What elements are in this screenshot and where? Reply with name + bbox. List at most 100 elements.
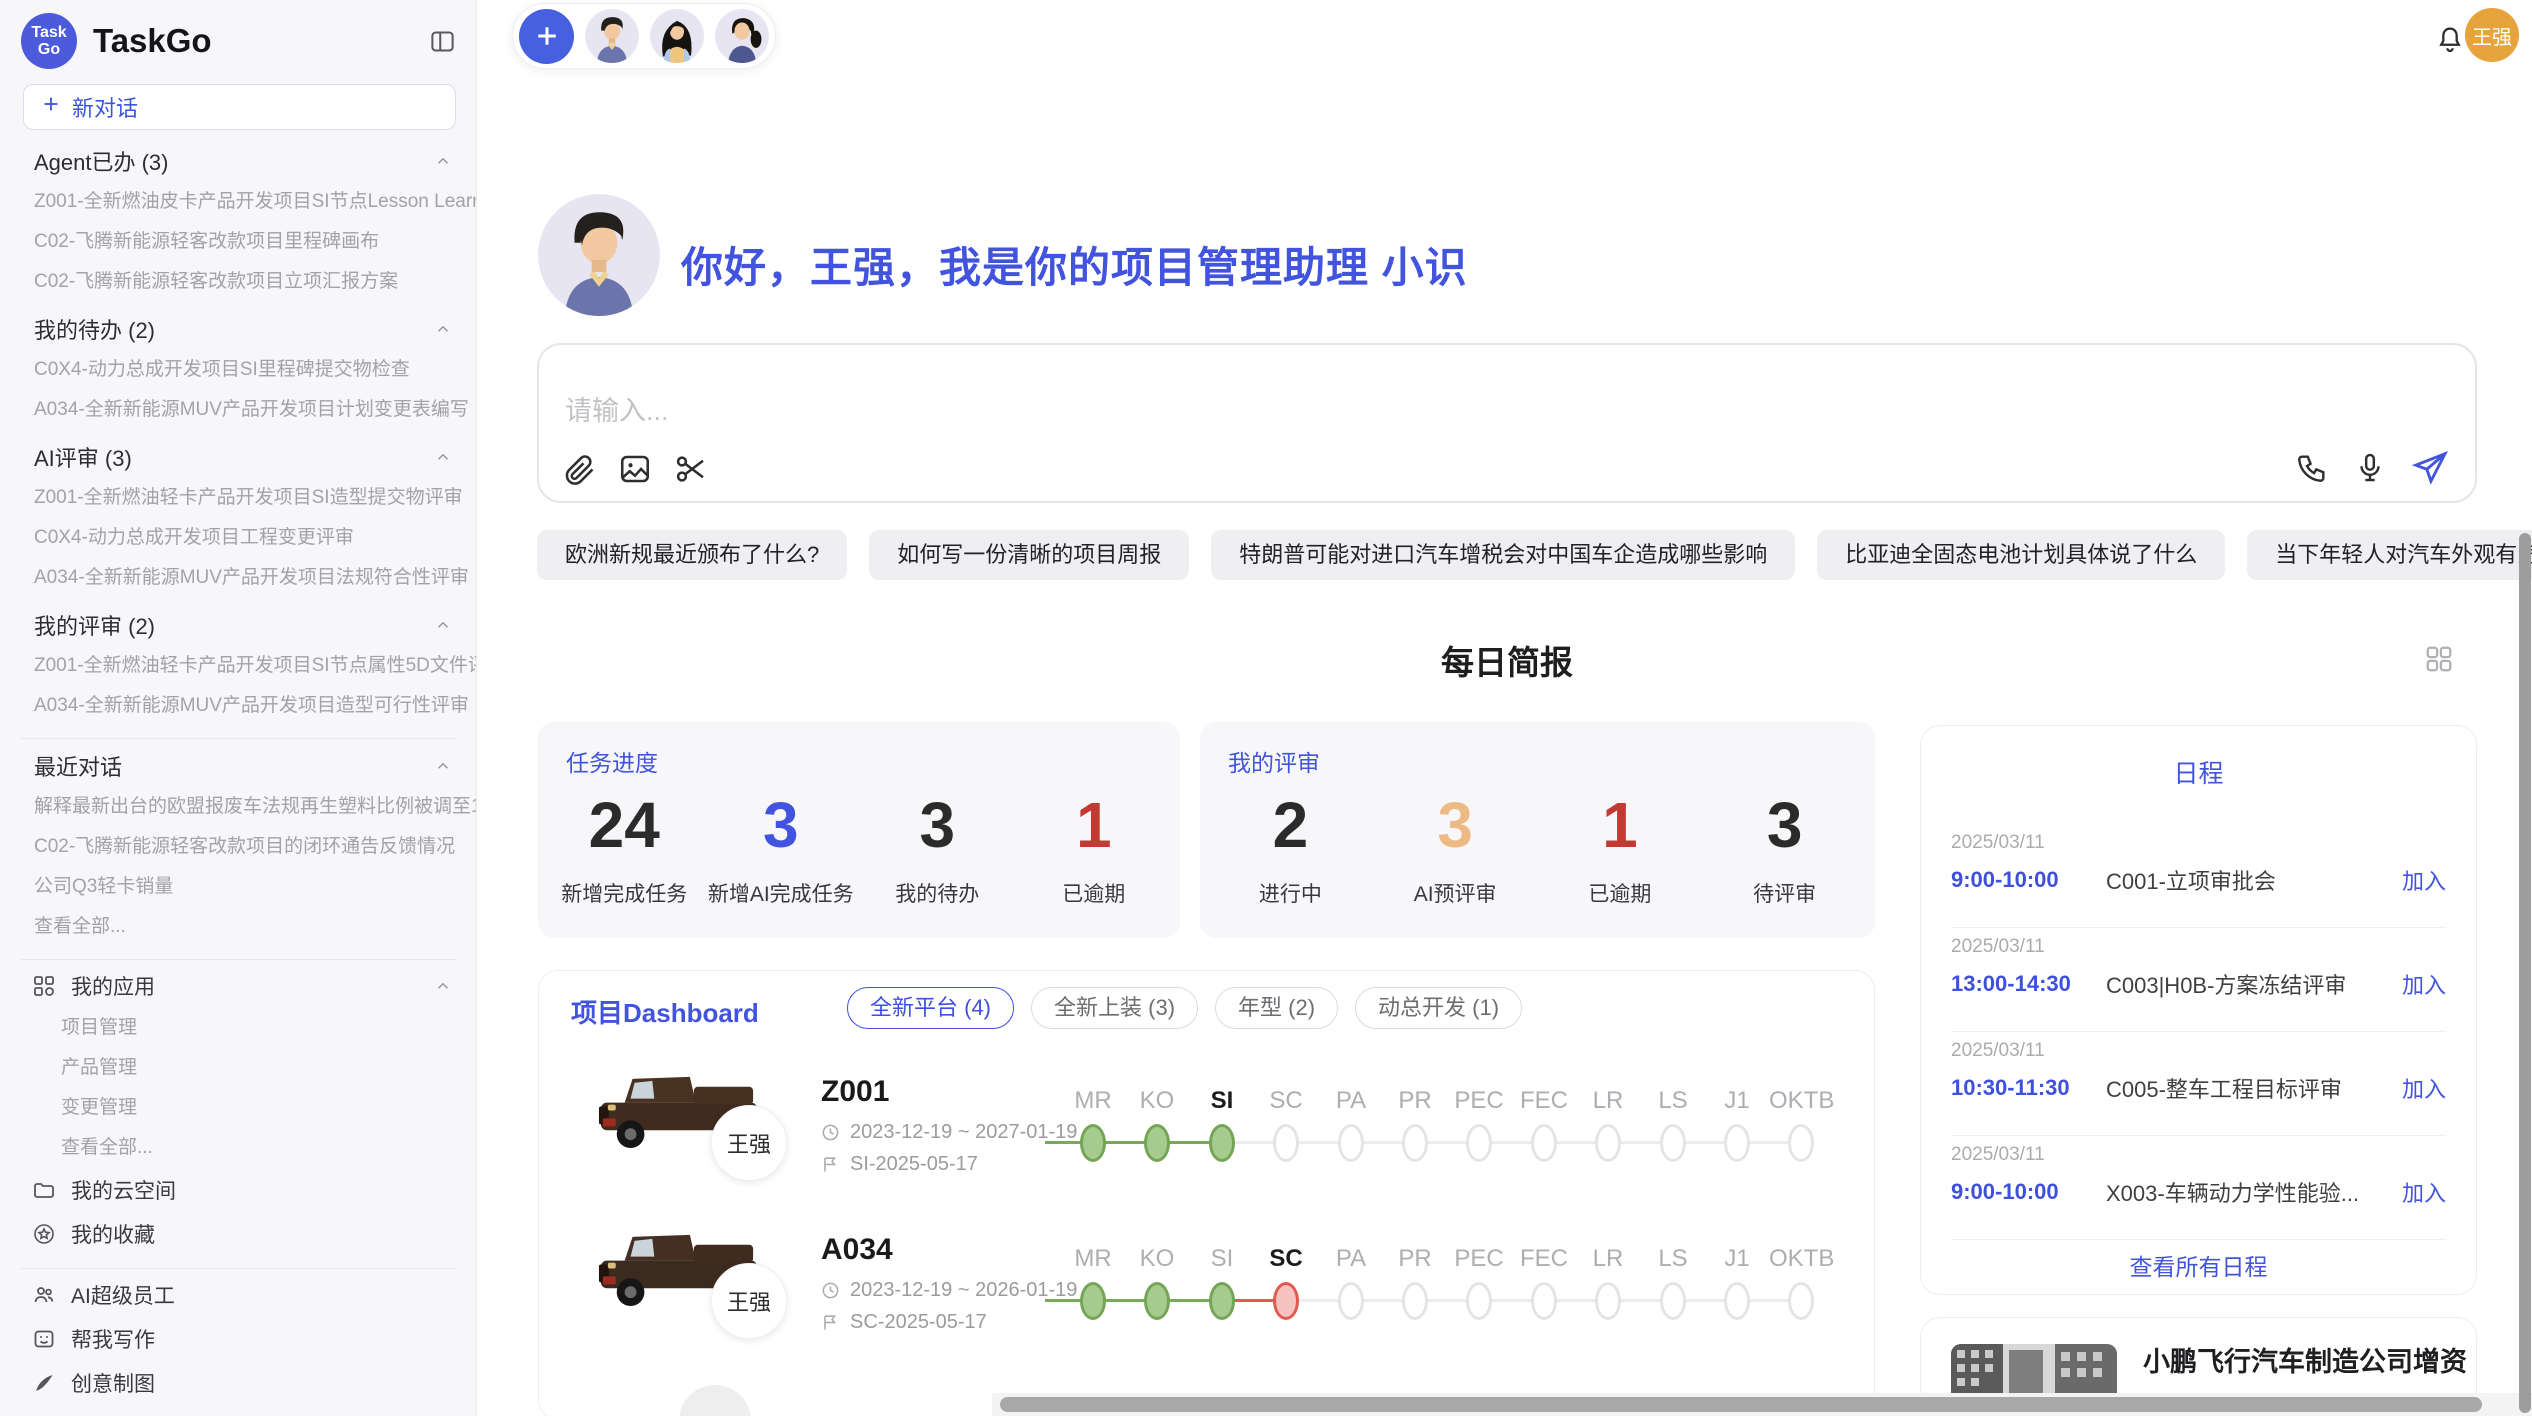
stat: 1已逾期 (1016, 788, 1173, 908)
section-header-my-todo[interactable]: 我的待办 (2) (0, 308, 476, 350)
list-item[interactable]: Z001-全新燃油皮卡产品开发项目SI节点Lesson Learn报告 (0, 182, 476, 222)
join-link[interactable]: 加入 (2402, 1176, 2446, 1208)
list-item[interactable]: C0X4-动力总成开发项目SI里程碑提交物检查 (0, 350, 476, 390)
milestone-dot (1660, 1282, 1686, 1320)
notification-bell-icon[interactable] (2434, 24, 2466, 61)
creative-draw-label: 创意制图 (71, 1368, 155, 1398)
list-item[interactable]: C02-飞腾新能源轻客改款项目的闭环通告反馈情况 (0, 827, 476, 867)
milestone-label: PEC (1447, 1087, 1511, 1115)
section-header-recent-chats[interactable]: 最近对话 (0, 745, 476, 787)
horizontal-scrollbar-thumb[interactable] (1000, 1397, 2482, 1412)
list-item[interactable]: Z001-全新燃油轻卡产品开发项目SI节点属性5D文件评审 (0, 646, 476, 686)
dashboard-title: 项目Dashboard (571, 993, 759, 1030)
milestone-dot (1724, 1124, 1750, 1162)
news-title: 小鹏飞行汽车制造公司增资 (2143, 1340, 2467, 1379)
avatar[interactable] (585, 9, 639, 63)
milestone-dot (1144, 1282, 1170, 1320)
paperclip-icon[interactable] (561, 451, 597, 487)
milestone-dot (1338, 1282, 1364, 1320)
stat-label: 我的待办 (859, 878, 1016, 908)
stat-label: 已逾期 (1016, 878, 1173, 908)
mic-icon[interactable] (2353, 451, 2387, 485)
suggestion-chips: 欧洲新规最近颁布了什么? 如何写一份清晰的项目周报 特朗普可能对进口汽车增税会对… (537, 530, 2477, 580)
section-header-ai-review[interactable]: AI评审 (3) (0, 436, 476, 478)
sidebar-item-favorites[interactable]: 我的收藏 (0, 1212, 476, 1256)
new-chat-button[interactable]: 新对话 (23, 84, 456, 130)
sidebar-item-help-write[interactable]: 帮我写作 (0, 1317, 476, 1361)
tab-year-model[interactable]: 年型 (2) (1215, 987, 1338, 1029)
view-all-schedule-link[interactable]: 查看所有日程 (1921, 1248, 2476, 1282)
section-header-agent-done[interactable]: Agent已办 (3) (0, 140, 476, 182)
join-link[interactable]: 加入 (2402, 864, 2446, 896)
list-item[interactable]: 解释最新出台的欧盟报废车法规再生塑料比例被调至15%... (0, 787, 476, 827)
stat-value: 3 (859, 788, 1016, 862)
schedule-title: 日程 (1921, 754, 2476, 790)
project-flag: SI-2025-05-17 (821, 1153, 978, 1176)
chevron-up-icon[interactable] (434, 616, 452, 634)
project-row[interactable]: 王强 Z001 2023-12-19 ~ 2027-01-19 SI-2025-… (539, 1049, 1874, 1207)
chevron-up-icon[interactable] (434, 152, 452, 170)
list-item[interactable]: 公司Q3轻卡销量 (0, 867, 476, 907)
sidebar-item-my-apps[interactable]: 我的应用 (0, 964, 476, 1008)
milestone-label: LS (1641, 1087, 1705, 1115)
phone-icon[interactable] (2295, 451, 2329, 485)
app-window: Task Go TaskGo 新对话 Agent已办 (3) Z001-全新燃油… (0, 0, 2532, 1416)
chevron-up-icon[interactable] (434, 448, 452, 466)
sidebar-item-project-mgmt[interactable]: 项目管理 (0, 1008, 476, 1048)
list-item[interactable]: C02-飞腾新能源轻客改款项目立项汇报方案 (0, 262, 476, 302)
project-row[interactable]: 王强 A034 2023-12-19 ~ 2026-01-19 SC-2025-… (539, 1207, 1874, 1365)
stat: 1已逾期 (1538, 788, 1703, 908)
suggestion-chip[interactable]: 特朗普可能对进口汽车增税会对中国车企造成哪些影响 (1211, 530, 1795, 580)
view-all-chats[interactable]: 查看全部... (0, 907, 476, 947)
suggestion-chip[interactable]: 比亚迪全固态电池计划具体说了什么 (1817, 530, 2225, 580)
milestone-label: SI (1190, 1087, 1254, 1115)
section-title: Agent已办 (3) (34, 145, 169, 177)
chat-input[interactable] (565, 389, 1965, 437)
scissors-icon[interactable] (673, 451, 709, 487)
milestone-dot (1144, 1124, 1170, 1162)
list-item[interactable]: Z001-全新燃油轻卡产品开发项目SI造型提交物评审 (0, 478, 476, 518)
join-link[interactable]: 加入 (2402, 968, 2446, 1000)
list-item[interactable]: C0X4-动力总成开发项目工程变更评审 (0, 518, 476, 558)
suggestion-chip[interactable]: 欧洲新规最近颁布了什么? (537, 530, 847, 580)
list-item[interactable]: A034-全新新能源MUV产品开发项目计划变更表编写 (0, 390, 476, 430)
cloud-space-label: 我的云空间 (71, 1175, 176, 1205)
tab-all-platform[interactable]: 全新平台 (4) (847, 987, 1014, 1029)
join-link[interactable]: 加入 (2402, 1072, 2446, 1104)
section-header-my-review[interactable]: 我的评审 (2) (0, 604, 476, 646)
add-agent-button[interactable] (519, 9, 574, 64)
tab-powertrain[interactable]: 动总开发 (1) (1355, 987, 1522, 1029)
sidebar-item-product-mgmt[interactable]: 产品管理 (0, 1048, 476, 1088)
milestone-label: OKTB (1769, 1087, 1833, 1115)
logo-line1: Task (31, 24, 66, 41)
view-all-apps[interactable]: 查看全部... (0, 1128, 476, 1168)
list-item[interactable]: A034-全新新能源MUV产品开发项目造型可行性评审 (0, 686, 476, 726)
user-avatar[interactable]: 王强 (2465, 8, 2519, 62)
horizontal-scrollbar[interactable] (992, 1393, 2532, 1416)
chevron-up-icon[interactable] (434, 977, 452, 995)
event-time: 9:00-10:00 (1951, 867, 2106, 893)
milestone-dot (1209, 1124, 1235, 1162)
flag-milestone: SC-2025-05-17 (850, 1311, 987, 1334)
list-item[interactable]: C02-飞腾新能源轻客改款项目里程碑画布 (0, 222, 476, 262)
sidebar-collapse-icon[interactable] (429, 28, 456, 55)
list-item[interactable]: A034-全新新能源MUV产品开发项目法规符合性评审 (0, 558, 476, 598)
avatar[interactable] (650, 9, 704, 63)
ai-employees-label: AI超级员工 (71, 1280, 175, 1310)
chevron-up-icon[interactable] (434, 757, 452, 775)
image-icon[interactable] (617, 451, 653, 487)
flag-icon (821, 1313, 840, 1332)
suggestion-chip[interactable]: 如何写一份清晰的项目周报 (869, 530, 1189, 580)
sidebar-item-change-mgmt[interactable]: 变更管理 (0, 1088, 476, 1128)
tab-new-body[interactable]: 全新上装 (3) (1031, 987, 1198, 1029)
send-icon[interactable] (2411, 449, 2449, 487)
avatar[interactable] (715, 9, 769, 63)
layout-grid-icon[interactable] (2424, 644, 2454, 679)
stat-label: 新增AI完成任务 (703, 878, 860, 908)
sidebar-item-cloud-space[interactable]: 我的云空间 (0, 1168, 476, 1212)
sidebar-item-ai-employees[interactable]: AI超级员工 (0, 1273, 476, 1317)
sidebar-item-creative-draw[interactable]: 创意制图 (0, 1361, 476, 1405)
vertical-scrollbar-thumb[interactable] (2519, 533, 2531, 1413)
chevron-up-icon[interactable] (434, 320, 452, 338)
suggestion-chip[interactable]: 当下年轻人对汽车外观有怎样的喜好趋势 (2247, 530, 2532, 580)
